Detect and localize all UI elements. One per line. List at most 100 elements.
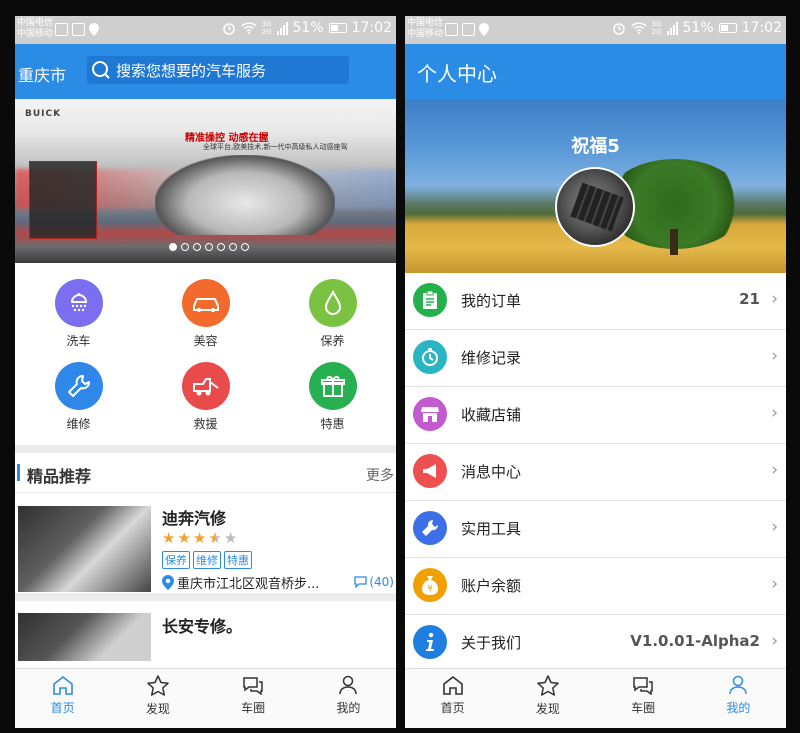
shop-card[interactable]: 迪奔汽修 ★ ★ ★ ★ ★ 保养 维修 特惠 重庆市江北区观音桥步... (4… xyxy=(15,493,396,601)
menu-value: 21 xyxy=(739,290,760,308)
comment-count[interactable]: (40) xyxy=(354,575,394,589)
menu-label: 收藏店铺 xyxy=(461,406,522,424)
tab-discover[interactable]: 发现 xyxy=(500,669,595,728)
tab-me[interactable]: 我的 xyxy=(301,669,396,728)
battery-icon xyxy=(718,23,737,33)
page-title: 个人中心 xyxy=(417,62,497,86)
menu-account-balance[interactable]: ¥ 账户余额 › xyxy=(405,558,786,615)
shower-icon xyxy=(70,293,87,312)
service-beauty[interactable]: 美容 xyxy=(142,279,269,359)
chevron-right-icon: › xyxy=(771,574,778,594)
page-dot[interactable] xyxy=(205,243,213,251)
menu-message-center[interactable]: 消息中心 › xyxy=(405,444,786,501)
money-bag-icon: ¥ xyxy=(422,576,438,595)
app-version: V1.0.01-Alpha2 xyxy=(630,632,760,650)
clock: 17:02 xyxy=(741,20,782,36)
service-label: 保养 xyxy=(320,334,345,348)
tab-home[interactable]: 首页 xyxy=(15,669,110,728)
alarm-icon xyxy=(612,23,625,35)
tab-circle[interactable]: 车圈 xyxy=(596,669,691,728)
menu-tools[interactable]: 实用工具 › xyxy=(405,501,786,558)
page-dot[interactable] xyxy=(181,243,189,251)
tab-label: 首页 xyxy=(50,701,75,715)
search-input[interactable]: 搜索您想要的汽车服务 xyxy=(87,56,349,84)
store-icon xyxy=(421,407,439,422)
wrench-icon xyxy=(422,519,439,536)
city-selector[interactable]: 重庆市 xyxy=(18,62,66,86)
comment-icon xyxy=(354,576,368,588)
banner-thumbnails xyxy=(29,161,97,239)
wifi-icon xyxy=(241,22,257,34)
service-label: 美容 xyxy=(193,334,218,348)
shop-photo xyxy=(18,613,151,661)
shop-photo xyxy=(18,506,151,592)
svg-text:¥: ¥ xyxy=(427,584,432,593)
image-icon xyxy=(55,23,68,36)
profile-banner: 祝福5 xyxy=(405,99,786,273)
service-label: 维修 xyxy=(66,417,91,431)
page-dot[interactable] xyxy=(193,243,201,251)
shop-tags: 保养 维修 特惠 xyxy=(162,551,252,569)
carrier-label: 中国移动 xyxy=(407,29,444,39)
section-accent xyxy=(17,464,20,481)
service-car-wash[interactable]: 洗车 xyxy=(15,279,142,359)
tab-me[interactable]: 我的 xyxy=(691,669,786,728)
page-dot[interactable] xyxy=(229,243,237,251)
banner-brand: BUICK xyxy=(25,109,62,119)
tab-label: 车圈 xyxy=(241,701,266,715)
profile-header: 个人中心 xyxy=(405,44,786,99)
shop-tag: 特惠 xyxy=(224,551,252,569)
info-icon xyxy=(426,632,434,651)
more-link[interactable]: 更多 xyxy=(366,465,394,485)
battery-percent: 51% xyxy=(682,20,714,36)
promo-banner[interactable]: BUICK 精准操控 动感在握 全球平台,欧美技术,新一代中高级私人动感座驾 君… xyxy=(15,99,396,263)
menu-about-us[interactable]: 关于我们 V1.0.01-Alpha2 › xyxy=(405,615,786,672)
chat-icon xyxy=(633,677,653,695)
service-maintenance[interactable]: 保养 xyxy=(269,279,396,359)
username: 祝福5 xyxy=(571,136,620,157)
tab-label: 首页 xyxy=(440,701,465,715)
tab-discover[interactable]: 发现 xyxy=(110,669,205,728)
page-dot[interactable] xyxy=(241,243,249,251)
banner-subline: 全球平台,欧美技术,新一代中高级私人动感座驾 xyxy=(203,143,348,151)
menu-label: 关于我们 xyxy=(461,634,522,652)
service-grid: 洗车 美容 保养 维修 救援 特惠 xyxy=(15,263,396,445)
service-deals[interactable]: 特惠 xyxy=(269,362,396,442)
person-icon xyxy=(729,675,748,695)
section-divider xyxy=(15,445,396,453)
service-repair[interactable]: 维修 xyxy=(15,362,142,442)
menu-label: 账户余额 xyxy=(461,577,522,595)
wifi-icon xyxy=(631,22,647,34)
chevron-right-icon: › xyxy=(771,460,778,480)
page-dot[interactable] xyxy=(217,243,225,251)
shop-address: 重庆市江北区观音桥步... xyxy=(162,573,319,592)
menu-repair-records[interactable]: 维修记录 › xyxy=(405,330,786,387)
section-title: 精品推荐 xyxy=(27,467,92,486)
battery-icon xyxy=(328,23,347,33)
tab-home[interactable]: 首页 xyxy=(405,669,500,728)
banner-model: 君威 REGAL xyxy=(331,116,382,126)
home-icon xyxy=(442,675,463,695)
carrier-label: 中国电信 xyxy=(407,18,444,28)
tab-circle[interactable]: 车圈 xyxy=(206,669,301,728)
battery-percent: 51% xyxy=(292,20,324,36)
chevron-right-icon: › xyxy=(771,631,778,651)
shop-tag: 维修 xyxy=(193,551,221,569)
service-label: 救援 xyxy=(193,417,218,431)
avatar[interactable] xyxy=(555,167,635,247)
menu-favorite-stores[interactable]: 收藏店铺 › xyxy=(405,387,786,444)
menu-my-orders[interactable]: 我的订单 21 › xyxy=(405,273,786,330)
timer-icon xyxy=(422,348,438,366)
status-bar: 中国电信 中国移动 3G 2G 51% 17:02 xyxy=(405,16,786,44)
comment-count-text: (40) xyxy=(369,575,394,589)
shop-card[interactable]: 长安专修。 xyxy=(15,601,396,661)
carrier-label: 中国电信 xyxy=(17,18,54,28)
home-header: 重庆市 搜索您想要的汽车服务 xyxy=(15,44,396,99)
page-dot[interactable] xyxy=(169,243,177,251)
service-rescue[interactable]: 救援 xyxy=(142,362,269,442)
tab-bar: 首页 发现 车圈 我的 xyxy=(15,668,396,728)
menu-label: 维修记录 xyxy=(461,349,522,367)
shop-name: 长安专修。 xyxy=(162,617,243,636)
megaphone-icon xyxy=(423,464,436,478)
profile-menu: 我的订单 21 › 维修记录 › 收藏店铺 › 消息中心 › 实用工具 › ¥ … xyxy=(405,273,786,672)
